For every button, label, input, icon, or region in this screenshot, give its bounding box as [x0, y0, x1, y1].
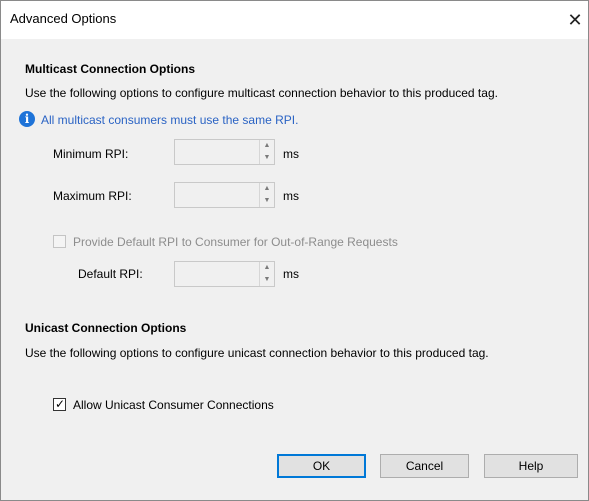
min-rpi-label: Minimum RPI: [53, 147, 129, 161]
max-rpi-input[interactable] [175, 183, 261, 207]
multicast-section-title: Multicast Connection Options [25, 62, 195, 76]
checkmark-icon: ✓ [55, 397, 66, 411]
spin-up-arrow-icon[interactable]: ▲ [260, 183, 274, 195]
default-rpi-input[interactable] [175, 262, 261, 286]
spin-down-arrow-icon[interactable]: ▼ [260, 195, 274, 207]
multicast-description: Use the following options to configure m… [25, 86, 498, 100]
min-rpi-input[interactable] [175, 140, 261, 164]
title-bar[interactable]: Advanced Options ✕ [1, 1, 588, 39]
unicast-description: Use the following options to configure u… [25, 346, 489, 360]
help-button[interactable]: Help [484, 454, 578, 478]
window-title: Advanced Options [10, 11, 117, 26]
default-rpi-label: Default RPI: [78, 267, 143, 281]
advanced-options-dialog: Advanced Options ✕ Multicast Connection … [0, 0, 589, 501]
min-rpi-unit: ms [283, 147, 299, 161]
spin-up-arrow-icon[interactable]: ▲ [260, 140, 274, 152]
max-rpi-unit: ms [283, 189, 299, 203]
default-rpi-spin-buttons: ▲ ▼ [259, 262, 274, 286]
max-rpi-spin-buttons: ▲ ▼ [259, 183, 274, 207]
max-rpi-spinner[interactable]: ▲ ▼ [174, 182, 275, 208]
spin-down-arrow-icon[interactable]: ▼ [260, 152, 274, 164]
default-rpi-spinner[interactable]: ▲ ▼ [174, 261, 275, 287]
default-rpi-checkbox[interactable] [53, 235, 66, 248]
max-rpi-label: Maximum RPI: [53, 189, 132, 203]
dialog-content: Multicast Connection Options Use the fol… [1, 39, 588, 500]
close-icon[interactable]: ✕ [562, 5, 588, 35]
info-icon: i [19, 111, 35, 127]
allow-unicast-checkbox-label: Allow Unicast Consumer Connections [73, 398, 274, 412]
min-rpi-spin-buttons: ▲ ▼ [259, 140, 274, 164]
default-rpi-checkbox-label: Provide Default RPI to Consumer for Out-… [73, 235, 398, 249]
spin-down-arrow-icon[interactable]: ▼ [260, 274, 274, 286]
spin-up-arrow-icon[interactable]: ▲ [260, 262, 274, 274]
unicast-section-title: Unicast Connection Options [25, 321, 187, 335]
min-rpi-spinner[interactable]: ▲ ▼ [174, 139, 275, 165]
default-rpi-unit: ms [283, 267, 299, 281]
allow-unicast-checkbox[interactable]: ✓ [53, 397, 66, 411]
cancel-button[interactable]: Cancel [380, 454, 469, 478]
ok-button[interactable]: OK [277, 454, 366, 478]
multicast-info-text: All multicast consumers must use the sam… [41, 113, 299, 127]
